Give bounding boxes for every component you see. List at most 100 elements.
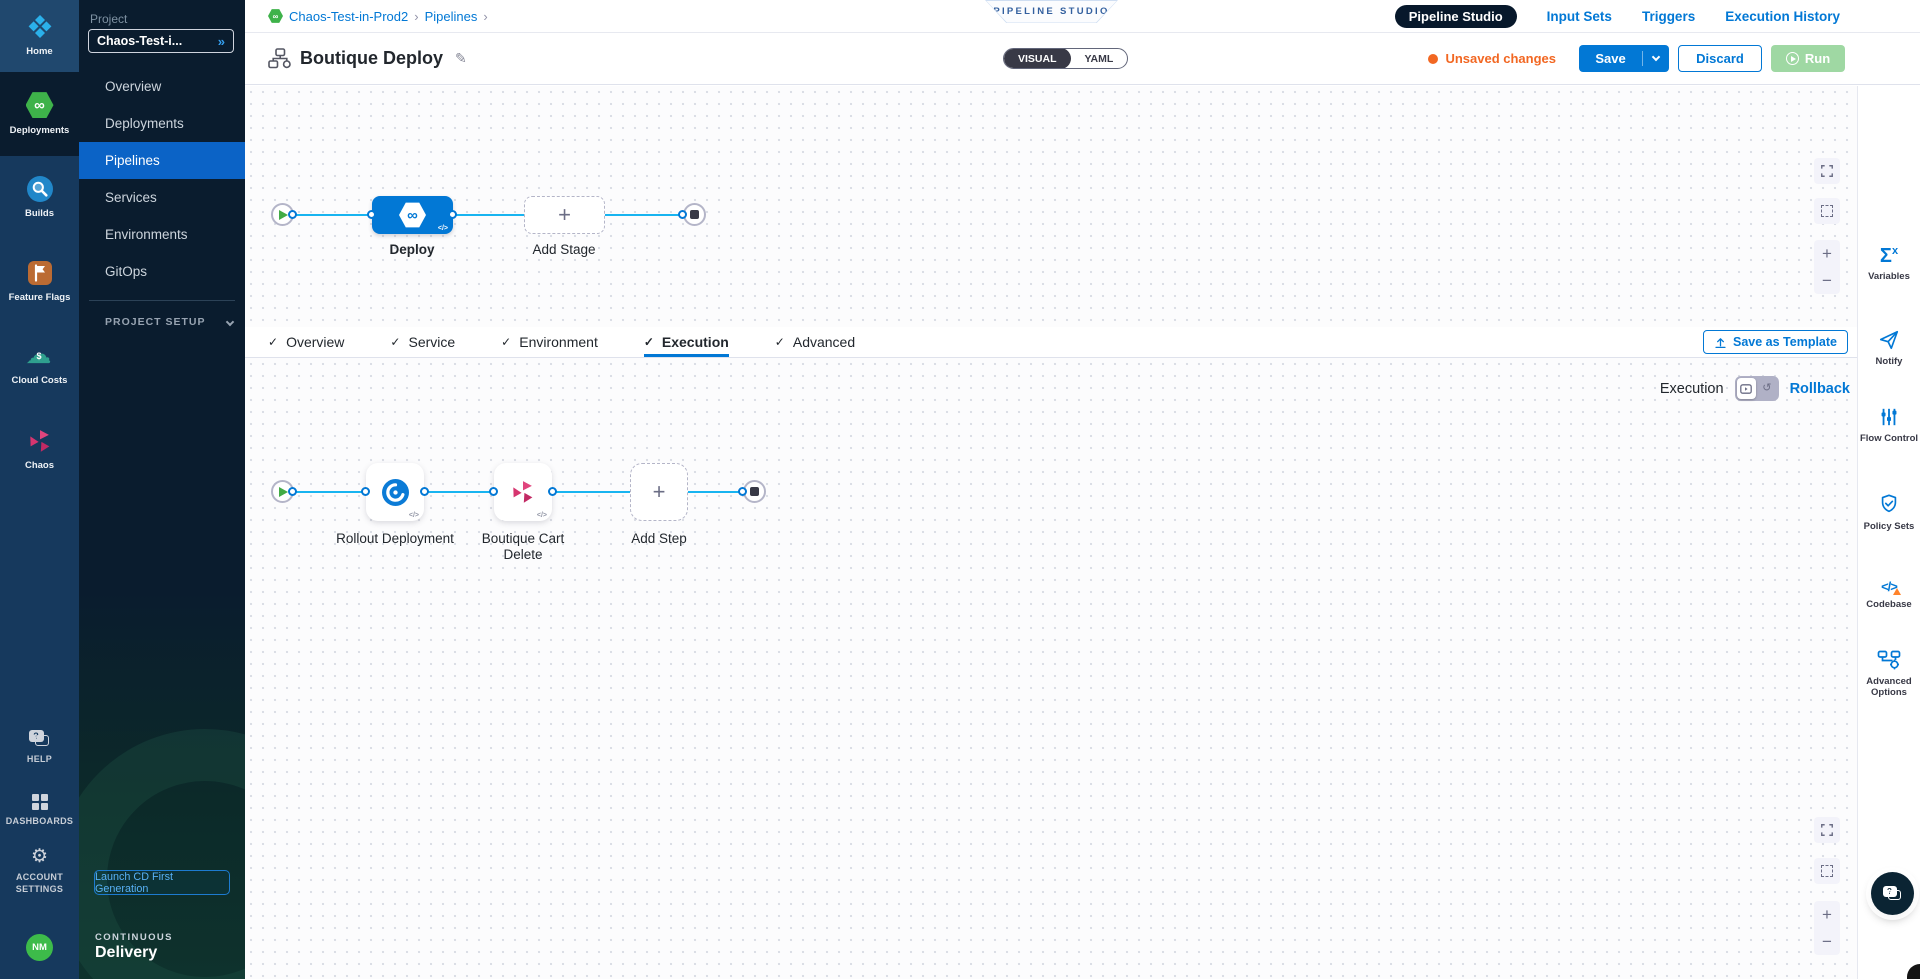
stop-icon [750,487,759,496]
sidebar-item-services[interactable]: Services [79,179,245,216]
fullscreen-button[interactable] [1814,158,1840,184]
project-selector[interactable]: Chaos-Test-i... » [88,29,234,53]
tool-flow-control[interactable]: Flow Control [1858,406,1920,444]
project-selector-value: Chaos-Test-i... [97,34,218,48]
connector-dot[interactable] [548,487,557,496]
tab-execution-history[interactable]: Execution History [1725,9,1840,24]
tool-variables[interactable]: Σx Variables [1858,246,1920,282]
edit-title-icon[interactable]: ✎ [455,50,467,67]
connector-dot[interactable] [738,487,747,496]
pipeline-icon [268,48,292,69]
sidebar-item-gitops[interactable]: GitOps [79,253,245,290]
steps-icon [1740,384,1752,394]
tool-codebase[interactable]: </> Codebase [1858,579,1920,610]
rail-item-cloud-costs[interactable]: ☁$ Cloud Costs [0,324,79,408]
toggle-visual[interactable]: VISUAL [1004,48,1071,69]
step-label: Rollout Deployment [335,531,455,547]
breadcrumb: ∞ Chaos-Test-in-Prod2 › Pipelines › [268,9,488,24]
save-as-template-button[interactable]: Save as Template [1703,330,1848,354]
add-stage-button[interactable]: + [524,196,605,234]
chaos-icon [27,428,53,454]
rail-item-deployments[interactable]: ∞ Deployments [0,72,79,156]
step-label: Boutique Cart Delete [469,531,577,563]
rollback-view-segment[interactable]: ↺ [1757,378,1777,399]
rail-item-help[interactable]: ? HELP [0,722,79,774]
zoom-out-button[interactable]: − [1814,928,1840,955]
module-name: Delivery [95,944,157,962]
stage-canvas[interactable]: ∞ </> + Deploy Add Stage + − [245,86,1857,327]
top-header: ∞ Chaos-Test-in-Prod2 › Pipelines › PIPE… [245,0,1920,33]
save-button[interactable]: Save [1579,45,1669,72]
breadcrumb-project-link[interactable]: Chaos-Test-in-Prod2 [289,9,408,24]
save-dropdown-chevron[interactable] [1643,57,1669,60]
tab-overview[interactable]: ✓Overview [268,327,344,357]
main-area: ∞ Chaos-Test-in-Prod2 › Pipelines › PIPE… [245,0,1920,979]
fullscreen-button[interactable] [1814,817,1840,843]
rail-item-home[interactable]: Home [0,0,79,72]
chevron-down-icon [226,318,234,326]
step-card-boutique-cart-delete[interactable]: </> [494,463,552,521]
sidebar-item-environments[interactable]: Environments [79,216,245,253]
rail-label: Cloud Costs [12,375,68,387]
stage-card-deploy[interactable]: ∞ </> [372,196,453,234]
plus-icon: + [558,202,571,228]
execution-canvas[interactable]: Execution ↺ Rollback </> </> + [245,358,1857,979]
tool-advanced-options[interactable]: Advanced Options [1858,649,1920,699]
toggle-yaml[interactable]: YAML [1071,48,1128,69]
zoom-out-button[interactable]: − [1814,267,1840,294]
rail-item-builds[interactable]: Builds [0,156,79,240]
feature-flags-icon [27,260,53,286]
rollback-link[interactable]: Rollback [1790,381,1850,397]
stop-icon [690,210,699,219]
connector-dot[interactable] [678,210,687,219]
support-chat-button[interactable]: ? [1871,872,1914,915]
tab-input-sets[interactable]: Input Sets [1547,9,1612,24]
fit-to-screen-button[interactable] [1814,198,1840,224]
connector-dot[interactable] [361,487,370,496]
rail-item-dashboards[interactable]: DASHBOARDS [0,786,79,836]
sidebar-item-pipelines[interactable]: Pipelines [79,142,245,179]
sidebar-item-deployments[interactable]: Deployments [79,105,245,142]
rail-label: Deployments [10,125,70,137]
connector-dot[interactable] [489,487,498,496]
execution-rollback-toggle[interactable]: ↺ [1735,376,1779,401]
stage-connector-line [282,214,694,216]
execution-view-segment[interactable] [1737,378,1757,399]
user-avatar[interactable]: NM [26,934,53,961]
fit-to-screen-button[interactable] [1814,858,1840,884]
tab-execution[interactable]: ✓Execution [644,327,729,357]
tab-environment[interactable]: ✓Environment [501,327,598,357]
rail-item-feature-flags[interactable]: Feature Flags [0,240,79,324]
fullscreen-icon [1820,164,1834,178]
tab-advanced[interactable]: ✓Advanced [775,327,855,357]
connector-dot[interactable] [288,487,297,496]
tab-triggers[interactable]: Triggers [1642,9,1695,24]
run-button: Run [1771,45,1845,72]
zoom-in-button[interactable]: + [1814,240,1840,267]
add-step-button[interactable]: + [630,463,688,521]
sidebar-item-overview[interactable]: Overview [79,68,245,105]
discard-button[interactable]: Discard [1678,45,1762,72]
connector-dot[interactable] [420,487,429,496]
connector-dot[interactable] [448,210,457,219]
zoom-in-button[interactable]: + [1814,901,1840,928]
divider [89,300,235,301]
tab-pipeline-studio[interactable]: Pipeline Studio [1395,5,1517,28]
rail-item-account-settings[interactable]: ⚙ ACCOUNTSETTINGS [0,842,79,900]
project-setup-toggle[interactable]: PROJECT SETUP [105,316,233,328]
connector-dot[interactable] [288,210,297,219]
flow-control-icon [1879,406,1899,428]
rail-item-chaos[interactable]: Chaos [0,408,79,492]
chevron-down-icon [1652,53,1660,61]
module-rail: Home ∞ Deployments Builds Feature Flags … [0,0,79,979]
launch-cd-first-gen-button[interactable]: Launch CD First Generation [94,870,230,895]
tool-policy-sets[interactable]: Policy Sets [1858,492,1920,532]
breadcrumb-pipelines-link[interactable]: Pipelines [425,9,478,24]
module-eyebrow: CONTINUOUS [95,932,173,943]
connector-dot[interactable] [367,210,376,219]
tool-notify[interactable]: Notify [1858,329,1920,367]
step-card-rollout-deployment[interactable]: </> [366,463,424,521]
studio-nav: Pipeline Studio Input Sets Triggers Exec… [1395,5,1840,28]
zoom-controls: + − [1814,240,1840,294]
tab-service[interactable]: ✓Service [390,327,455,357]
